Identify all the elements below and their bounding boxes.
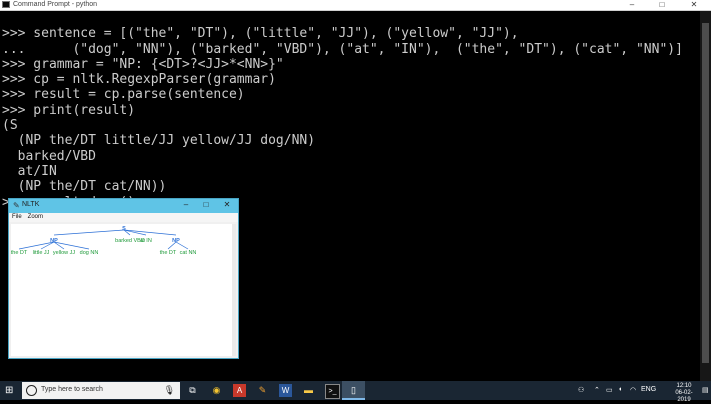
tree-leaf[interactable]: the DT: [11, 250, 28, 256]
clock[interactable]: 12:10 06-02-2019: [669, 383, 699, 404]
acrobat-icon[interactable]: A: [233, 384, 246, 397]
tree-leaf[interactable]: little JJ: [33, 250, 50, 256]
maximize-button[interactable]: □: [647, 0, 677, 10]
nltk-titlebar[interactable]: ✎ NLTK – □ ✕: [9, 199, 238, 213]
task-view-icon[interactable]: ⧉: [186, 384, 199, 397]
cmd-window-title: Command Prompt - python: [13, 1, 98, 8]
cmd-taskbar-icon[interactable]: >_: [325, 384, 340, 399]
file-explorer-icon[interactable]: ▬: [302, 384, 315, 397]
tree-node-s[interactable]: S: [122, 226, 126, 232]
taskbar: ⊞ Type here to search 🎙 ⧉ ◉ A ✎ W ▬ >_ ▯…: [0, 381, 711, 403]
console-line: (S: [2, 118, 18, 134]
clock-time: 12:10: [676, 383, 692, 389]
console-line: >>> result = cp.parse(sentence): [2, 87, 245, 103]
tree-leaf[interactable]: at IN: [140, 238, 152, 244]
nltk-close-button[interactable]: ✕: [217, 200, 237, 209]
console-line: at/IN: [2, 163, 57, 179]
console-line: ... ("dog", "NN"), ("barked", "VBD"), ("…: [2, 41, 683, 57]
tray-language[interactable]: ENG: [641, 386, 656, 393]
notifications-icon[interactable]: ▤: [702, 386, 709, 394]
cmd-app-icon: [2, 1, 10, 8]
document-icon: ▯: [351, 385, 356, 395]
tree-edge: [123, 229, 177, 236]
tree-node-np[interactable]: NP: [50, 238, 58, 244]
nltk-maximize-button[interactable]: □: [196, 200, 216, 209]
menu-file[interactable]: File: [12, 214, 22, 220]
nltk-minimize-button[interactable]: –: [176, 200, 196, 209]
console-line: >>> cp = nltk.RegexpParser(grammar): [2, 72, 276, 88]
tree-node-np[interactable]: NP: [172, 238, 180, 244]
people-icon[interactable]: ⚇: [578, 386, 584, 394]
chrome-icon[interactable]: ◉: [210, 384, 223, 397]
cmd-titlebar: Command Prompt - python – □ ✕: [0, 0, 711, 11]
search-placeholder: Type here to search: [41, 386, 103, 393]
console-scrollbar[interactable]: [700, 11, 711, 381]
console-line: (NP the/DT little/JJ yellow/JJ dog/NN): [2, 133, 316, 149]
console-line: >>> sentence = [("the", "DT"), ("little"…: [2, 26, 519, 42]
clock-date: 06-02-2019: [675, 390, 693, 403]
microphone-icon[interactable]: 🎙: [164, 385, 175, 396]
feather-icon: ✎: [13, 201, 20, 210]
search-circle-icon: [26, 385, 37, 396]
tree-leaf[interactable]: yellow JJ: [53, 250, 76, 256]
word-icon[interactable]: W: [279, 384, 292, 397]
minimize-button[interactable]: –: [617, 0, 647, 10]
console-line: barked/VBD: [2, 148, 96, 164]
windows-start-icon[interactable]: ⊞: [5, 385, 16, 396]
scrollbar-thumb[interactable]: [702, 23, 709, 363]
tree-leaf[interactable]: cat NN: [180, 250, 197, 256]
close-button[interactable]: ✕: [679, 0, 709, 10]
tree-edge: [53, 229, 125, 236]
tree-leaf[interactable]: dog NN: [80, 250, 99, 256]
menu-zoom[interactable]: Zoom: [28, 214, 43, 220]
python-feather-icon[interactable]: ✎: [256, 384, 269, 397]
nltk-menubar: File Zoom: [9, 213, 238, 222]
tree-canvas[interactable]: S NP NP barked VBD at IN the DT little JJ yello…: [11, 224, 236, 356]
tree-leaf[interactable]: the DT: [160, 250, 177, 256]
active-taskbar-item[interactable]: ▯: [342, 381, 365, 400]
chevron-up-icon[interactable]: ⌃: [594, 386, 600, 394]
console-line: >>> grammar = "NP: {<DT>?<JJ>*<NN>}": [2, 56, 284, 72]
parse-tree: SNP NPbarked VBDat INthe DT little JJ yello…: [11, 226, 197, 256]
tree-scrollbar[interactable]: [232, 224, 236, 356]
nltk-window-title: NLTK: [22, 201, 40, 208]
wifi-icon[interactable]: ◠: [630, 386, 636, 394]
console-line: >>> print(result): [2, 102, 136, 118]
console-line: (NP the/DT cat/NN)): [2, 179, 167, 195]
taskbar-search[interactable]: Type here to search 🎙: [22, 382, 180, 399]
tree-edge: [18, 241, 55, 250]
nltk-window[interactable]: ✎ NLTK – □ ✕ File Zoom S NP NP barked VBD at …: [8, 198, 239, 359]
volume-icon[interactable]: ◖: [618, 386, 622, 393]
network-icon[interactable]: ▭: [606, 386, 613, 394]
